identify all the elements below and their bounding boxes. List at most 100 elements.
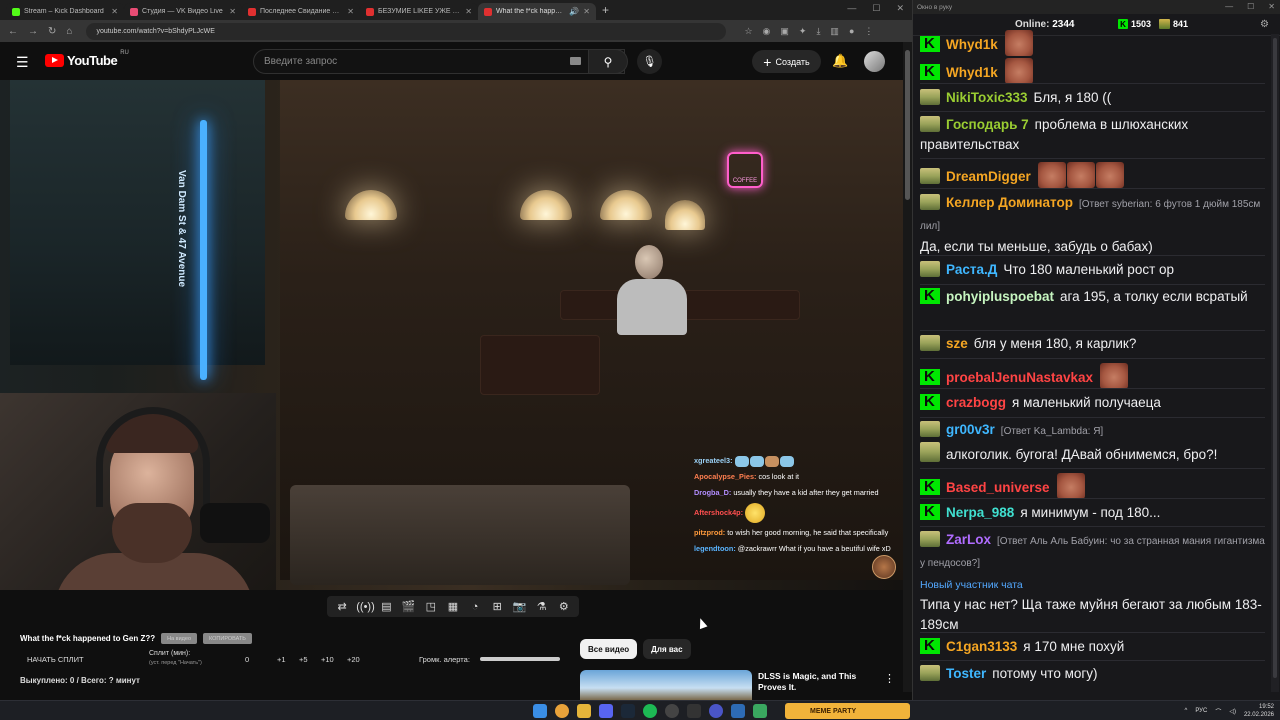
close-icon[interactable]: ✕ bbox=[347, 7, 354, 16]
chat-nick[interactable]: proebalJenuNastavkax bbox=[946, 370, 1093, 385]
extension-icon[interactable]: ◉ bbox=[763, 26, 771, 37]
scrollbar-thumb[interactable] bbox=[905, 50, 910, 200]
clapper-icon[interactable]: 🎬 bbox=[401, 600, 417, 613]
close-icon[interactable]: ✕ bbox=[465, 7, 472, 16]
chat-nick[interactable]: pohyiplusрoebat bbox=[946, 289, 1054, 304]
chat-nick[interactable]: Раста.Д bbox=[946, 262, 997, 277]
menu-dots-icon[interactable]: ⋮ bbox=[864, 26, 873, 37]
file-explorer-icon[interactable] bbox=[577, 704, 591, 718]
split-value[interactable]: 0 bbox=[245, 655, 249, 664]
profile-icon[interactable]: ● bbox=[849, 26, 854, 37]
speaker-icon[interactable]: 🔊 bbox=[569, 7, 579, 16]
camera-settings-icon[interactable]: ▤ bbox=[378, 600, 394, 613]
close-icon[interactable]: ✕ bbox=[111, 7, 118, 16]
alert-volume-slider[interactable] bbox=[480, 657, 560, 661]
steam-icon[interactable] bbox=[621, 704, 635, 718]
new-tab-icon[interactable]: + bbox=[602, 3, 609, 17]
tray-chevron-icon[interactable]: ^ bbox=[1184, 708, 1187, 714]
tab-youtube-2[interactable]: БЕЗУМИЕ LIKEE УЖЕ НЕ ОСТАНОВИТЬ ✕ bbox=[360, 3, 478, 20]
home-icon[interactable]: ⌂ bbox=[66, 26, 72, 37]
chat-nick[interactable]: NikiToxic333 bbox=[946, 90, 1028, 105]
chat-nick[interactable]: Whyd1k bbox=[946, 37, 998, 52]
obs-icon[interactable] bbox=[665, 704, 679, 718]
chat-nick[interactable]: Based_universe bbox=[946, 480, 1050, 495]
search-button[interactable]: ⚲ bbox=[588, 49, 628, 74]
screenshot-icon[interactable]: 📷 bbox=[511, 600, 527, 613]
back-icon[interactable]: ← bbox=[8, 26, 18, 37]
copy-button[interactable]: КОПИРОВАТЬ bbox=[203, 633, 252, 644]
network-icon[interactable]: ⌒ bbox=[1215, 707, 1221, 716]
close-icon[interactable]: ✕ bbox=[583, 7, 590, 16]
create-button[interactable]: + Создать bbox=[752, 50, 821, 73]
maximize-icon[interactable]: ☐ bbox=[872, 3, 880, 14]
speed-icon[interactable]: ◔ bbox=[467, 601, 483, 613]
scrollbar-thumb[interactable] bbox=[1273, 38, 1277, 678]
extension-icon[interactable]: ▣ bbox=[780, 26, 789, 37]
app-icon[interactable] bbox=[731, 704, 745, 718]
chat-nick[interactable]: Келлер Доминатор bbox=[946, 195, 1073, 210]
promo-widget[interactable]: MEME PARTY bbox=[785, 703, 910, 719]
start-split-button[interactable]: НАЧАТЬ СПЛИТ bbox=[27, 655, 84, 664]
forward-icon[interactable]: → bbox=[28, 26, 38, 37]
avatar[interactable] bbox=[864, 51, 885, 72]
split-add-1-button[interactable]: +1 bbox=[277, 655, 286, 664]
chat-nick[interactable]: Toster bbox=[946, 666, 986, 681]
close-icon[interactable]: ✕ bbox=[229, 7, 236, 16]
chat-nick[interactable]: Господарь 7 bbox=[946, 117, 1029, 132]
chat-nick[interactable]: sze bbox=[946, 336, 968, 351]
chat-scrollbar[interactable] bbox=[1271, 34, 1279, 692]
chat-nick[interactable]: Nerpa_988 bbox=[946, 505, 1014, 520]
url-field[interactable]: youtube.com/watch?v=bShdyPLJcWE bbox=[86, 22, 727, 40]
chip-all-videos[interactable]: Все видео bbox=[580, 639, 638, 659]
app-icon[interactable] bbox=[753, 704, 767, 718]
windows-start-icon[interactable] bbox=[533, 704, 547, 718]
close-window-icon[interactable]: ✕ bbox=[896, 3, 904, 14]
notifications-bell-icon[interactable]: 🔔 bbox=[832, 53, 848, 69]
chrome-icon[interactable] bbox=[555, 704, 569, 718]
chat-nick[interactable]: C1gan3133 bbox=[946, 639, 1017, 654]
minimize-icon[interactable]: — bbox=[847, 3, 856, 14]
voice-search-button[interactable]: 🎙 bbox=[637, 49, 662, 74]
add-frame-icon[interactable]: ⊞ bbox=[489, 600, 505, 613]
recommendation-title[interactable]: DLSS is Magic, and This Proves It. bbox=[758, 671, 878, 693]
tab-vk-studio[interactable]: Студия — VK Видео Live ✕ bbox=[124, 3, 242, 20]
tab-youtube-1[interactable]: Последнее Свидание Яйцеслава ✕ bbox=[242, 3, 360, 20]
flask-icon[interactable]: ⚗ bbox=[534, 600, 550, 613]
discord-icon[interactable] bbox=[599, 704, 613, 718]
clock[interactable]: 19:52 22.02.2026 bbox=[1244, 703, 1274, 719]
close-window-icon[interactable]: ✕ bbox=[1268, 2, 1275, 11]
language-indicator[interactable]: РУС bbox=[1195, 708, 1207, 714]
keyboard-icon[interactable] bbox=[570, 57, 581, 65]
split-add-5-button[interactable]: +5 bbox=[299, 655, 308, 664]
app-icon[interactable] bbox=[687, 704, 701, 718]
recommendation-thumbnail[interactable] bbox=[580, 670, 752, 700]
volume-icon[interactable]: ◁) bbox=[1229, 708, 1236, 715]
chat-nick[interactable]: DreamDigger bbox=[946, 169, 1031, 184]
chip-for-you[interactable]: Для вас bbox=[643, 639, 691, 659]
hamburger-menu-icon[interactable]: ☰ bbox=[16, 54, 29, 71]
on-video-button[interactable]: На видео bbox=[161, 633, 198, 644]
chat-nick[interactable]: crazbogg bbox=[946, 395, 1006, 410]
tab-youtube-active[interactable]: What the f*ck happened to Gen Z? 🔊 ✕ bbox=[478, 3, 596, 20]
split-add-10-button[interactable]: +10 bbox=[321, 655, 334, 664]
picture-in-picture-icon[interactable]: ◳ bbox=[423, 600, 439, 613]
tab-kick-dashboard[interactable]: Stream – Kick Dashboard ✕ bbox=[6, 3, 124, 20]
youtube-logo[interactable]: YouTube RU bbox=[45, 50, 129, 68]
reload-icon[interactable]: ↻ bbox=[48, 26, 56, 37]
spotify-icon[interactable] bbox=[643, 704, 657, 718]
minimize-icon[interactable]: — bbox=[1225, 2, 1233, 11]
maximize-icon[interactable]: ☐ bbox=[1247, 2, 1254, 11]
sidebar-icon[interactable]: ▥ bbox=[830, 26, 839, 37]
chat-nick[interactable]: gr00v3r bbox=[946, 422, 995, 437]
download-icon[interactable]: ⤓ bbox=[816, 26, 820, 37]
chat-nick[interactable]: ZarLox bbox=[946, 532, 991, 547]
chat-nick[interactable]: Whyd1k bbox=[946, 65, 998, 80]
page-scrollbar[interactable] bbox=[903, 42, 912, 692]
split-add-20-button[interactable]: +20 bbox=[347, 655, 360, 664]
more-options-icon[interactable]: ⋮ bbox=[884, 672, 895, 685]
loop-icon[interactable]: ⇄ bbox=[334, 600, 350, 613]
app-icon[interactable] bbox=[709, 704, 723, 718]
puzzle-icon[interactable]: ✦ bbox=[799, 26, 807, 37]
film-strip-icon[interactable]: ▦ bbox=[445, 600, 461, 613]
bookmark-star-icon[interactable]: ☆ bbox=[744, 26, 752, 37]
